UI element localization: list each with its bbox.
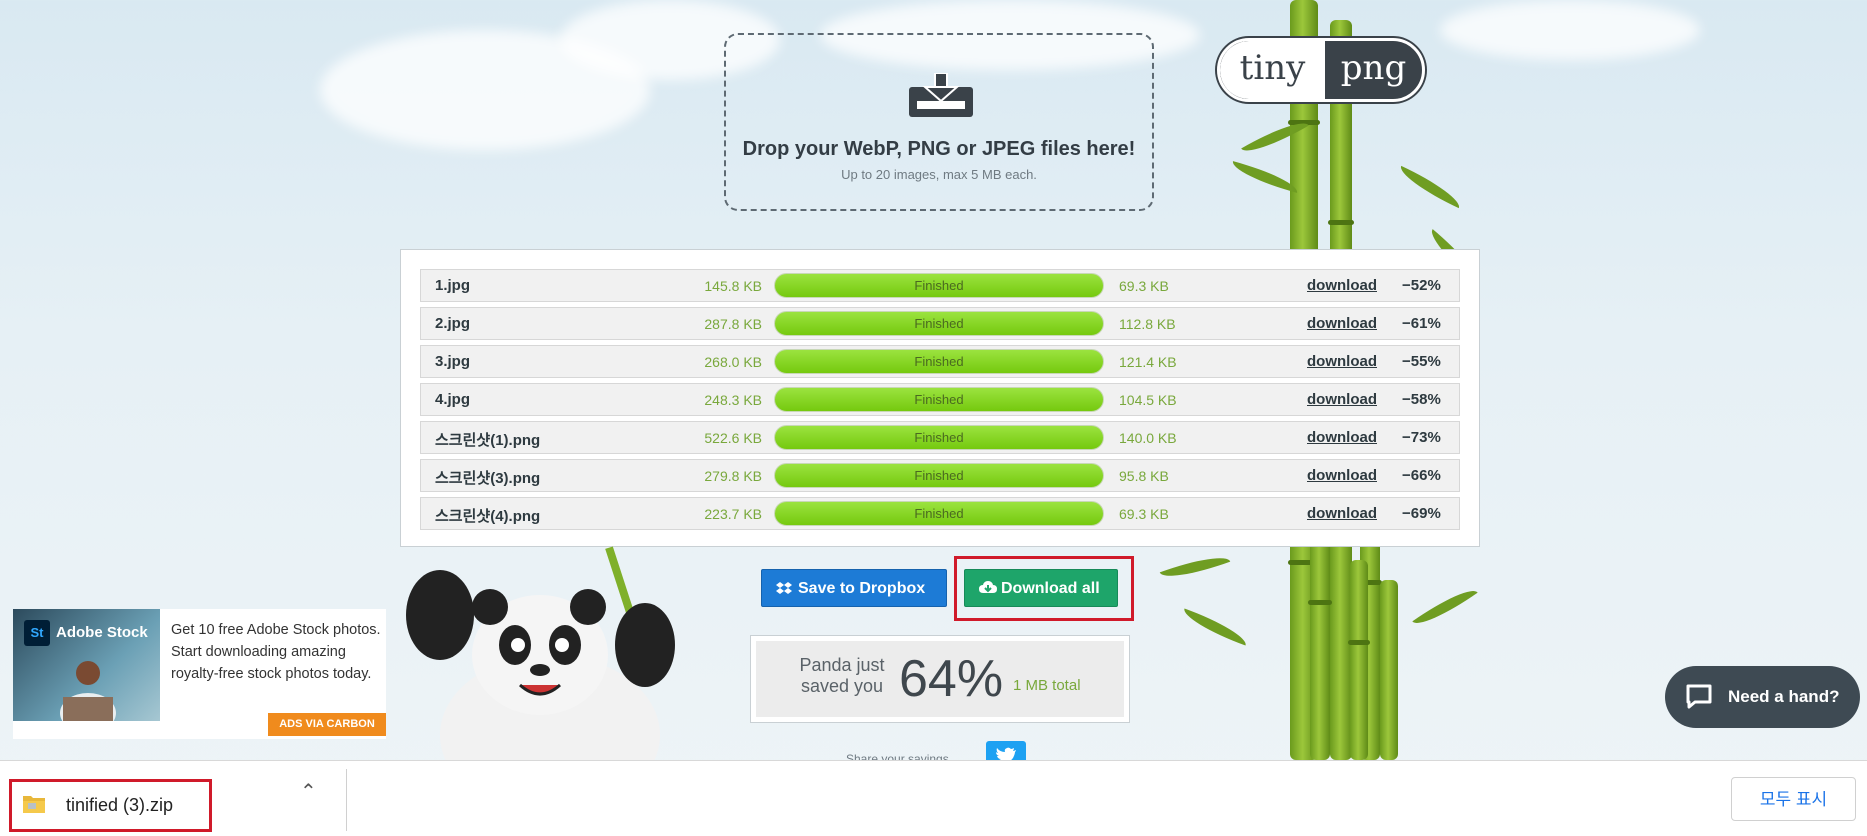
carbon-ad[interactable]: St Adobe Stock Get 10 free Adobe Stock p… xyxy=(13,609,386,739)
logo-right-text: png xyxy=(1340,48,1407,88)
savings-label: Panda just saved you xyxy=(799,655,885,696)
download-link[interactable]: download xyxy=(1307,277,1377,294)
progress-bar: Finished xyxy=(774,501,1104,526)
panda-illustration xyxy=(406,546,675,760)
ad-image[interactable]: St Adobe Stock xyxy=(13,609,160,721)
download-link[interactable]: download xyxy=(1307,429,1377,446)
upload-tray-icon xyxy=(909,73,973,117)
savings-total: 1 MB total xyxy=(1013,677,1081,694)
saving-percent: −73% xyxy=(1402,429,1441,446)
compressed-size: 69.3 KB xyxy=(1119,278,1169,294)
original-size: 268.0 KB xyxy=(704,354,762,370)
progress-bar: Finished xyxy=(774,311,1104,336)
highlight-box xyxy=(954,556,1134,621)
help-chat-button[interactable]: Need a hand? xyxy=(1665,666,1860,728)
download-link[interactable]: download xyxy=(1307,315,1377,332)
saving-percent: −52% xyxy=(1402,277,1441,294)
dropbox-button-label: Save to Dropbox xyxy=(798,580,926,597)
compressed-size: 140.0 KB xyxy=(1119,430,1177,446)
file-row: 3.jpg 268.0 KB Finished 121.4 KB downloa… xyxy=(420,345,1460,378)
original-size: 287.8 KB xyxy=(704,316,762,332)
file-name: 2.jpg xyxy=(435,315,471,332)
file-row: 1.jpg 145.8 KB Finished 69.3 KB download… xyxy=(420,269,1460,302)
compressed-size: 112.8 KB xyxy=(1119,316,1176,332)
file-name: 4.jpg xyxy=(435,391,471,408)
saving-percent: −66% xyxy=(1402,467,1441,484)
file-name: 3.jpg xyxy=(435,353,471,370)
file-row: 4.jpg 248.3 KB Finished 104.5 KB downloa… xyxy=(420,383,1460,416)
browser-download-bar: tinified (3).zip ⌃ 모두 표시 xyxy=(0,760,1867,836)
original-size: 145.8 KB xyxy=(704,278,762,294)
cloud xyxy=(1440,0,1700,60)
results-panel: 1.jpg 145.8 KB Finished 69.3 KB download… xyxy=(400,249,1480,547)
original-size: 279.8 KB xyxy=(704,468,762,484)
highlight-box xyxy=(9,779,212,832)
progress-bar: Finished xyxy=(774,273,1104,298)
compressed-size: 121.4 KB xyxy=(1119,354,1177,370)
compressed-size: 69.3 KB xyxy=(1119,506,1169,522)
ads-via-carbon-badge[interactable]: ADS VIA CARBON xyxy=(268,713,386,736)
show-all-button[interactable]: 모두 표시 xyxy=(1731,777,1856,821)
progress-bar: Finished xyxy=(774,425,1104,450)
ad-person-illustration xyxy=(60,661,116,721)
file-row: 스크린샷(1).png 522.6 KB Finished 140.0 KB d… xyxy=(420,421,1460,454)
saving-percent: −58% xyxy=(1402,391,1441,408)
file-drop-zone[interactable]: Drop your WebP, PNG or JPEG files here! … xyxy=(724,33,1154,211)
dropzone-title: Drop your WebP, PNG or JPEG files here! xyxy=(742,138,1136,160)
savings-percent: 64% xyxy=(899,650,1004,708)
original-size: 248.3 KB xyxy=(704,392,762,408)
saving-percent: −55% xyxy=(1402,353,1441,370)
compressed-size: 104.5 KB xyxy=(1119,392,1177,408)
compressed-size: 95.8 KB xyxy=(1119,468,1169,484)
progress-bar: Finished xyxy=(774,349,1104,374)
progress-bar: Finished xyxy=(774,463,1104,488)
tinypng-logo[interactable]: tiny png xyxy=(1217,38,1425,102)
file-name: 1.jpg xyxy=(435,277,471,294)
download-link[interactable]: download xyxy=(1307,353,1377,370)
savings-summary: Panda just saved you 64% 1 MB total xyxy=(750,635,1130,723)
adobe-stock-logo: St xyxy=(24,620,50,646)
chevron-up-icon[interactable]: ⌃ xyxy=(300,779,317,804)
ad-text: Get 10 free Adobe Stock photos. Start do… xyxy=(171,622,381,682)
ad-brand: Adobe Stock xyxy=(56,624,148,641)
original-size: 223.7 KB xyxy=(704,506,762,522)
file-row: 스크린샷(4).png 223.7 KB Finished 69.3 KB do… xyxy=(420,497,1460,530)
file-row: 2.jpg 287.8 KB Finished 112.8 KB downloa… xyxy=(420,307,1460,340)
progress-bar: Finished xyxy=(774,387,1104,412)
chat-bubble-icon xyxy=(1686,684,1712,709)
dropbox-icon xyxy=(776,582,792,594)
download-link[interactable]: download xyxy=(1307,391,1377,408)
file-name: 스크린샷(4).png xyxy=(435,508,541,525)
saving-percent: −61% xyxy=(1402,315,1441,332)
saving-percent: −69% xyxy=(1402,505,1441,522)
dropzone-subtitle: Up to 20 images, max 5 MB each. xyxy=(841,167,1037,182)
download-link[interactable]: download xyxy=(1307,505,1377,522)
save-to-dropbox-button[interactable]: Save to Dropbox xyxy=(761,569,947,607)
original-size: 522.6 KB xyxy=(704,430,762,446)
divider xyxy=(346,769,347,831)
chat-label: Need a hand? xyxy=(1728,687,1840,706)
logo-left-text: tiny xyxy=(1220,41,1325,99)
download-link[interactable]: download xyxy=(1307,467,1377,484)
file-name: 스크린샷(1).png xyxy=(435,432,541,449)
file-name: 스크린샷(3).png xyxy=(435,470,541,487)
file-row: 스크린샷(3).png 279.8 KB Finished 95.8 KB do… xyxy=(420,459,1460,492)
